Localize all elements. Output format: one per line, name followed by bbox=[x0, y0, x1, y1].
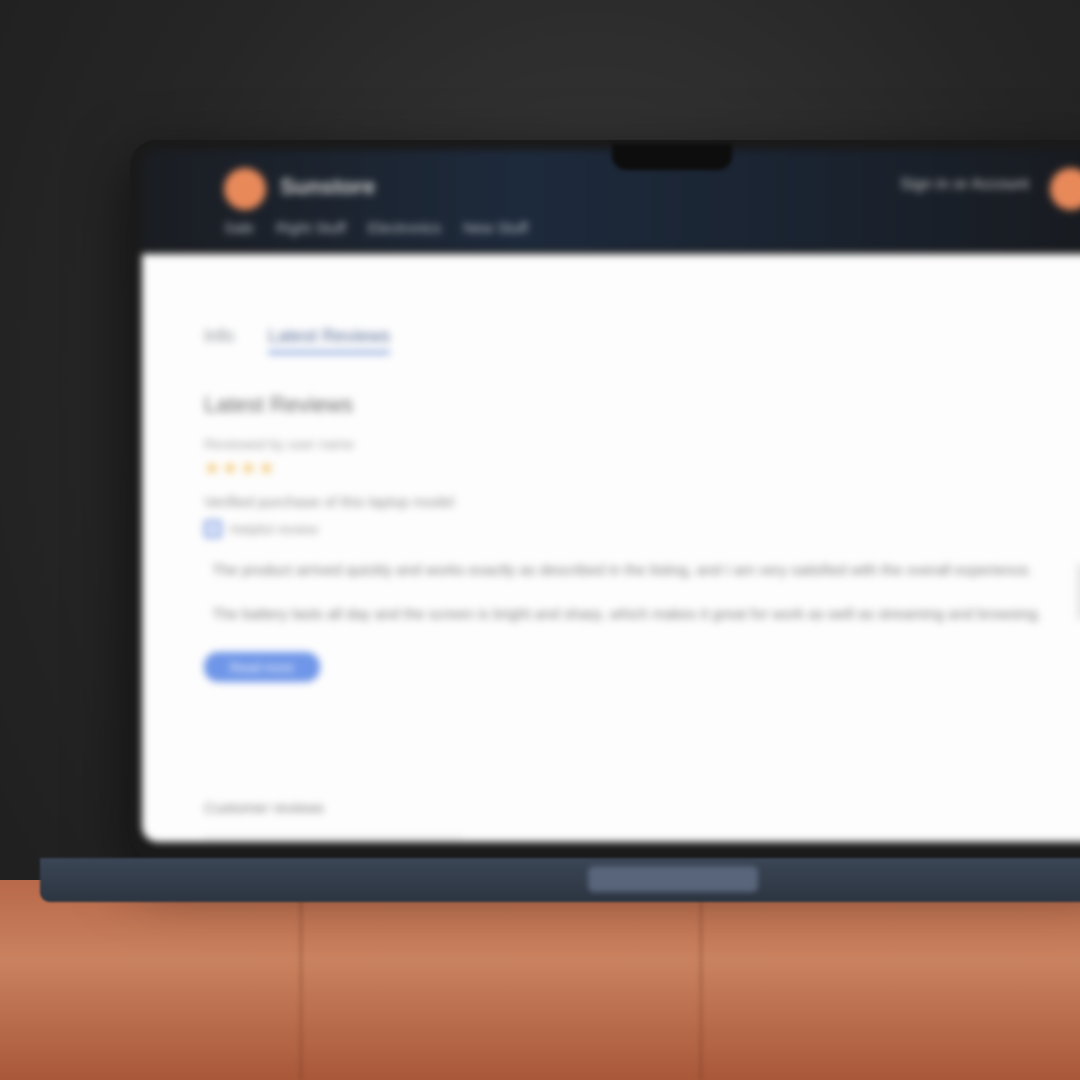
table-grain bbox=[700, 880, 702, 1080]
star-rating: ★★★★ bbox=[204, 458, 277, 478]
tab-info[interactable]: Info bbox=[204, 326, 234, 354]
site-header: Sunstore Sign in or Account Sale Right S… bbox=[142, 150, 1080, 250]
table-grain bbox=[300, 880, 302, 1080]
tab-bar: Info Latest Reviews bbox=[204, 326, 391, 354]
nav-item[interactable]: Right Stuff bbox=[276, 220, 346, 237]
nav-item[interactable]: Electronics bbox=[368, 220, 441, 237]
helpful-checkbox-row[interactable]: Helpful review bbox=[204, 520, 318, 538]
avatar[interactable] bbox=[1050, 168, 1080, 210]
brand-logo-icon[interactable] bbox=[224, 168, 266, 210]
review-info: Verified purchase of this laptop model bbox=[204, 494, 455, 511]
page-title: Latest Reviews bbox=[204, 392, 354, 417]
camera-notch bbox=[612, 144, 732, 170]
wooden-table bbox=[0, 880, 1080, 1080]
review-meta: Reviewed by user name bbox=[204, 436, 355, 452]
page-content: Info Latest Reviews Latest Reviews Revie… bbox=[142, 254, 1080, 842]
checkbox[interactable] bbox=[204, 520, 222, 538]
customer-reviews-section[interactable]: Customer reviews bbox=[204, 800, 462, 838]
tab-latest-reviews[interactable]: Latest Reviews bbox=[268, 326, 391, 354]
laptop-screen: Sunstore Sign in or Account Sale Right S… bbox=[142, 150, 1080, 842]
checkbox-label: Helpful review bbox=[230, 521, 318, 537]
main-nav: Sale Right Stuff Electronics New Stuff bbox=[224, 220, 528, 237]
read-more-button[interactable]: Read more bbox=[204, 652, 320, 682]
review-text-line: The product arrived quickly and works ex… bbox=[212, 562, 1033, 579]
nav-item[interactable]: New Stuff bbox=[463, 220, 528, 237]
brand-name[interactable]: Sunstore bbox=[280, 174, 375, 200]
review-text-line: The battery lasts all day and the screen… bbox=[212, 606, 1042, 623]
nav-item[interactable]: Sale bbox=[224, 220, 254, 237]
laptop-base bbox=[40, 858, 1080, 902]
account-link[interactable]: Sign in or Account bbox=[900, 176, 1029, 194]
laptop-hinge bbox=[588, 866, 758, 892]
